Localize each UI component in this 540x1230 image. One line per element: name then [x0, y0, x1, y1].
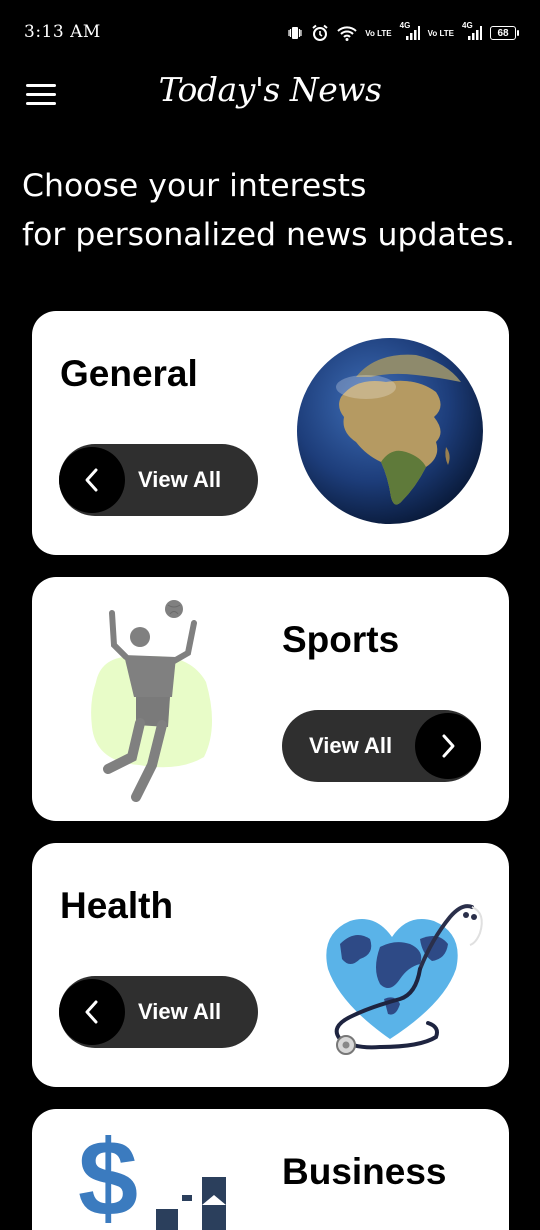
- signal-icon-2: 4G: [462, 21, 482, 41]
- view-all-label: View All: [138, 999, 222, 1024]
- volte-icon-2: Vo LTE: [427, 28, 454, 38]
- alarm-icon: [311, 24, 329, 42]
- chevron-left-icon: [59, 979, 125, 1045]
- status-icons: Vo LTE 4G Vo LTE 4G 68: [287, 21, 519, 44]
- category-title: Health: [60, 885, 174, 926]
- network-type-label-2: 4G: [462, 21, 473, 30]
- headline-line-1: Choose your interests: [22, 168, 367, 204]
- volte-icon: Vo LTE: [365, 28, 392, 38]
- signal-icon: 4G: [399, 21, 420, 41]
- view-all-button-sports[interactable]: View All: [282, 710, 481, 782]
- status-bar: 3:13 AM Vo LTE 4G Vo LTE 4G 68: [0, 0, 540, 68]
- app-bar: Today's News: [0, 68, 540, 124]
- view-all-button-health[interactable]: View All: [59, 976, 258, 1048]
- wifi-icon: [337, 25, 357, 41]
- view-all-label: View All: [309, 733, 393, 758]
- view-all-button-general[interactable]: View All: [59, 444, 258, 516]
- page-headline: Choose your interests for personalized n…: [22, 162, 532, 260]
- globe-illustration: [296, 337, 484, 525]
- category-card-business[interactable]: $ Business: [32, 1109, 509, 1230]
- category-card-general[interactable]: General View All: [32, 311, 509, 555]
- chevron-right-icon: [415, 713, 481, 779]
- app-title: Today's News: [158, 70, 382, 109]
- view-all-label: View All: [138, 467, 222, 492]
- vibrate-icon: [287, 25, 303, 41]
- heart-globe-stethoscope-illustration: [320, 899, 492, 1063]
- svg-text:$: $: [78, 1123, 138, 1230]
- chevron-left-icon: [59, 447, 125, 513]
- category-card-sports[interactable]: Sports View All: [32, 577, 509, 821]
- volleyball-player-illustration: [84, 597, 224, 807]
- category-title: Business: [282, 1151, 447, 1192]
- battery-icon: 68: [490, 26, 519, 40]
- network-type-label: 4G: [399, 21, 411, 30]
- status-time: 3:13 AM: [24, 22, 101, 42]
- headline-line-2: for personalized news updates.: [22, 217, 515, 253]
- category-card-health[interactable]: Health View All: [32, 843, 509, 1087]
- category-title: Sports: [282, 619, 400, 660]
- category-title: General: [60, 353, 198, 394]
- dollar-chart-illustration: $: [78, 1117, 238, 1230]
